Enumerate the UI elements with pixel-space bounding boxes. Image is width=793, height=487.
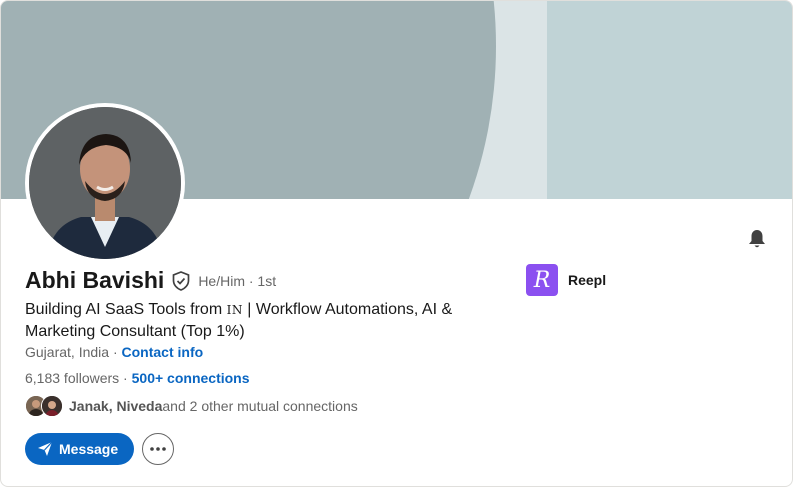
- profile-avatar-frame[interactable]: [25, 103, 185, 263]
- verified-shield-icon[interactable]: [172, 270, 190, 291]
- send-icon: [38, 441, 53, 456]
- follow-row: 6,183 followers · 500+ connections: [25, 370, 250, 386]
- company-name: Reepl: [568, 272, 607, 288]
- profile-avatar[interactable]: [29, 107, 181, 259]
- india-mark: IN: [226, 303, 243, 317]
- mutual-connections[interactable]: Janak, Niveda and 2 other mutual connect…: [25, 395, 358, 417]
- profile-headline: Building AI SaaS Tools from IN | Workflo…: [25, 301, 453, 340]
- bell-icon[interactable]: [745, 227, 769, 251]
- profile-card: Abhi Bavishi He/Him · 1st Building AI Sa…: [0, 0, 793, 487]
- message-button[interactable]: Message: [25, 433, 135, 465]
- profile-name: Abhi Bavishi: [25, 267, 165, 293]
- mutual-avatar: [41, 395, 63, 417]
- location-row: Gujarat, India · Contact info: [25, 344, 204, 360]
- current-company[interactable]: R Reepl: [526, 264, 606, 296]
- name-row: Abhi Bavishi He/Him · 1st: [25, 267, 276, 294]
- connections-link[interactable]: 500+ connections: [132, 370, 250, 386]
- message-label: Message: [59, 441, 119, 457]
- followers-count: 6,183 followers: [25, 370, 120, 386]
- more-icon: [150, 447, 166, 451]
- mutual-names: Janak, Niveda: [69, 398, 163, 414]
- profile-actions: Message: [25, 433, 175, 465]
- company-logo: R: [526, 264, 558, 296]
- more-actions-button[interactable]: [142, 433, 175, 465]
- profile-pronouns: He/Him · 1st: [198, 272, 277, 289]
- mutual-avatars: [25, 395, 67, 417]
- avatar-photo: [29, 107, 181, 259]
- contact-info-link[interactable]: Contact info: [122, 344, 204, 360]
- profile-location: Gujarat, India: [25, 344, 110, 360]
- connection-degree: · 1st: [248, 272, 277, 289]
- mutual-rest: and 2 other mutual connections: [162, 398, 358, 414]
